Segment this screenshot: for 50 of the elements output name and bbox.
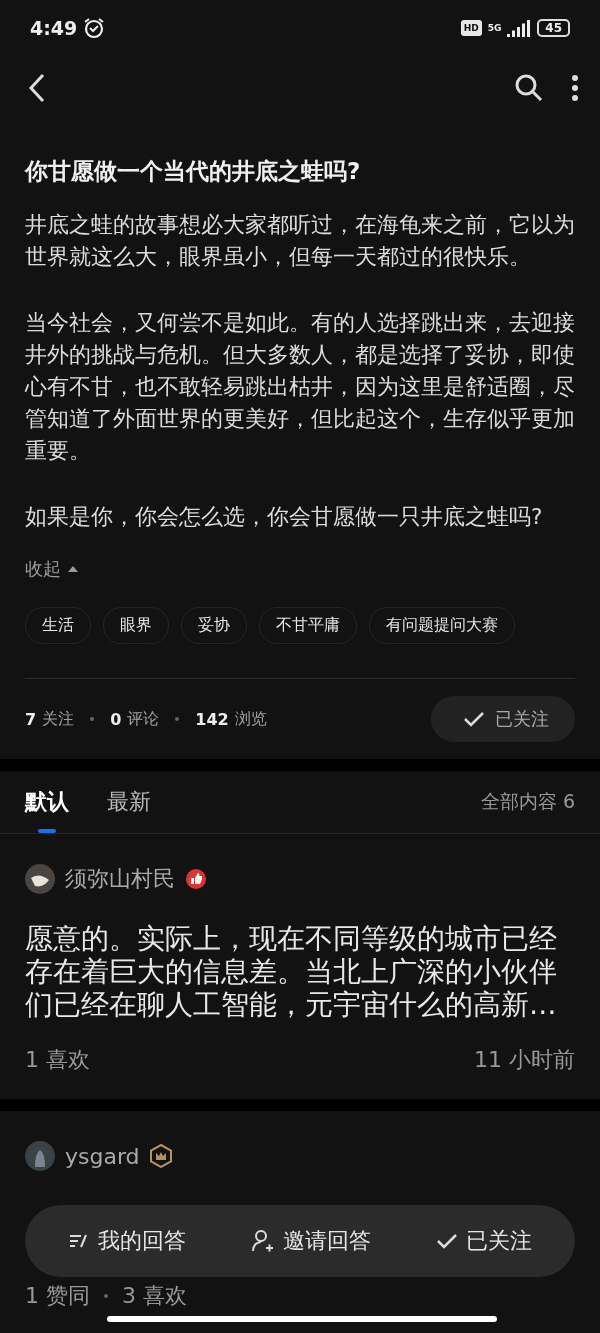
clock-time: 4:49 bbox=[30, 17, 78, 39]
author-name[interactable]: 须弥山村民 bbox=[65, 864, 175, 894]
stat-count: 142 bbox=[195, 709, 229, 729]
hd-badge: HD bbox=[460, 20, 482, 36]
stat-count: 7 bbox=[25, 709, 37, 729]
more-icon[interactable] bbox=[572, 75, 578, 101]
answer-stat: 1 喜欢 bbox=[25, 1046, 90, 1074]
topic-tag[interactable]: 不甘平庸 bbox=[259, 607, 357, 644]
author-name[interactable]: ysgard bbox=[65, 1143, 140, 1169]
answer-stat: 1 赞同 bbox=[25, 1282, 90, 1310]
action-button[interactable]: 邀请回答 bbox=[245, 1225, 377, 1257]
add-person-icon bbox=[251, 1229, 275, 1253]
question-paragraph: 井底之蛙的故事想必大家都听过，在海龟来之前，它以为世界就这么大，眼界虽小，但每一天都过的很快乐。 bbox=[25, 211, 575, 271]
stat-count: 0 bbox=[110, 709, 122, 729]
sort-tab[interactable]: 最新 bbox=[107, 781, 151, 823]
network-type: 5G bbox=[487, 23, 502, 33]
collapse-link[interactable]: 收起 bbox=[25, 557, 61, 581]
caret-up-icon[interactable] bbox=[67, 565, 79, 573]
answer-excerpt[interactable]: 愿意的。实际上，现在不同等级的城市已经存在着巨大的信息差。当北上广深的小伙伴们已经在聊人工智能，元宇宙什么的高新… bbox=[25, 922, 575, 1021]
separator-dot bbox=[175, 717, 180, 721]
check-icon bbox=[436, 1232, 459, 1250]
tab-indicator bbox=[38, 829, 56, 833]
separator-dot bbox=[104, 1294, 108, 1298]
stat-label: 关注 bbox=[42, 708, 75, 730]
content-count: 全部内容 6 bbox=[480, 789, 575, 814]
signal-icon bbox=[507, 19, 532, 37]
topic-tag[interactable]: 妥协 bbox=[181, 607, 247, 644]
thumbs-up-badge-icon bbox=[185, 868, 207, 890]
topic-tag[interactable]: 有问题提问大赛 bbox=[369, 607, 515, 644]
stat-label: 浏览 bbox=[234, 708, 267, 730]
separator-dot bbox=[90, 717, 95, 721]
action-button[interactable]: 已关注 bbox=[430, 1225, 539, 1257]
question-paragraph: 当今社会，又何尝不是如此。有的人选择跳出来，去迎接井外的挑战与危机。但大多数人，都是选择了妥协，即使心有不甘，也不敢轻易跳出枯井，因为这里是舒适圈，尽管知道了外面世界的更美好，但比起这个，生存似乎更加重要。 bbox=[25, 309, 575, 465]
battery-level: 45 bbox=[537, 19, 570, 37]
topic-tag[interactable]: 眼界 bbox=[103, 607, 169, 644]
question-title: 你甘愿做一个当代的井底之蛙吗? bbox=[25, 157, 362, 186]
answer-stat: 3 喜欢 bbox=[122, 1282, 187, 1310]
back-icon[interactable] bbox=[28, 73, 46, 103]
action-button[interactable]: 我的回答 bbox=[61, 1225, 192, 1257]
avatar-icon[interactable] bbox=[25, 864, 55, 894]
alarm-icon bbox=[83, 17, 106, 39]
crown-badge-icon bbox=[149, 1144, 172, 1168]
stat-label: 评论 bbox=[127, 708, 160, 730]
check-icon bbox=[463, 710, 485, 728]
sort-tab[interactable]: 默认 bbox=[25, 781, 69, 823]
answer-time: 11 小时前 bbox=[474, 1046, 575, 1074]
search-icon[interactable] bbox=[514, 73, 544, 103]
topic-tag[interactable]: 生活 bbox=[25, 607, 91, 644]
follow-button[interactable]: 已关注 bbox=[431, 696, 575, 742]
question-paragraph: 如果是你，你会怎么选，你会甘愿做一只井底之蛙吗? bbox=[25, 503, 544, 531]
